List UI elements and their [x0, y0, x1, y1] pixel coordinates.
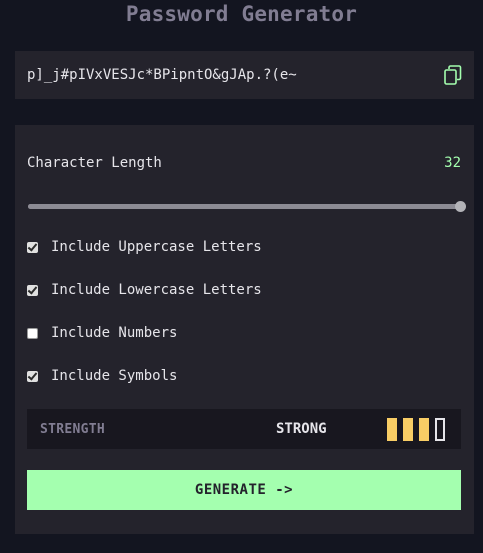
password-text[interactable]: p]_j#pIVxVESJc*BPipntO&gJAp.?(e~ [27, 67, 444, 83]
password-generator-app: Password Generator p]_j#pIVxVESJc*BPipnt… [0, 0, 483, 553]
option-label: Include Uppercase Letters [51, 239, 262, 255]
password-output: p]_j#pIVxVESJc*BPipntO&gJAp.?(e~ [15, 51, 474, 99]
strength-label: STRENGTH [40, 421, 106, 437]
slider-fill [28, 204, 462, 209]
strength-meter: STRENGTH STRONG [27, 409, 461, 449]
option-label: Include Numbers [51, 325, 178, 341]
strength-bar [387, 418, 397, 441]
page-title: Password Generator [125, 2, 358, 26]
settings-panel: Character Length 32 Include Uppercase Le… [15, 125, 474, 534]
strength-bar [403, 418, 413, 441]
numbers-checkbox[interactable] [27, 327, 38, 339]
generate-button[interactable]: GENERATE -> [27, 470, 461, 510]
symbols-checkbox[interactable] [27, 370, 38, 382]
uppercase-checkbox[interactable] [27, 241, 38, 253]
strength-bar [419, 418, 429, 441]
option-symbols[interactable]: Include Symbols [27, 366, 177, 386]
copy-icon[interactable] [444, 65, 462, 85]
lowercase-checkbox[interactable] [27, 284, 38, 296]
length-label: Character Length [27, 155, 162, 171]
slider-thumb[interactable] [455, 201, 466, 212]
strength-value: STRONG [276, 421, 327, 437]
option-numbers[interactable]: Include Numbers [27, 323, 177, 343]
option-uppercase[interactable]: Include Uppercase Letters [27, 237, 262, 257]
option-label: Include Symbols [51, 368, 178, 384]
length-value: 32 [444, 155, 461, 171]
strength-bar [435, 418, 445, 441]
length-slider[interactable] [28, 201, 466, 212]
option-label: Include Lowercase Letters [51, 282, 262, 298]
strength-bars [387, 418, 445, 441]
option-lowercase[interactable]: Include Lowercase Letters [27, 280, 262, 300]
length-row: Character Length 32 [27, 153, 461, 173]
